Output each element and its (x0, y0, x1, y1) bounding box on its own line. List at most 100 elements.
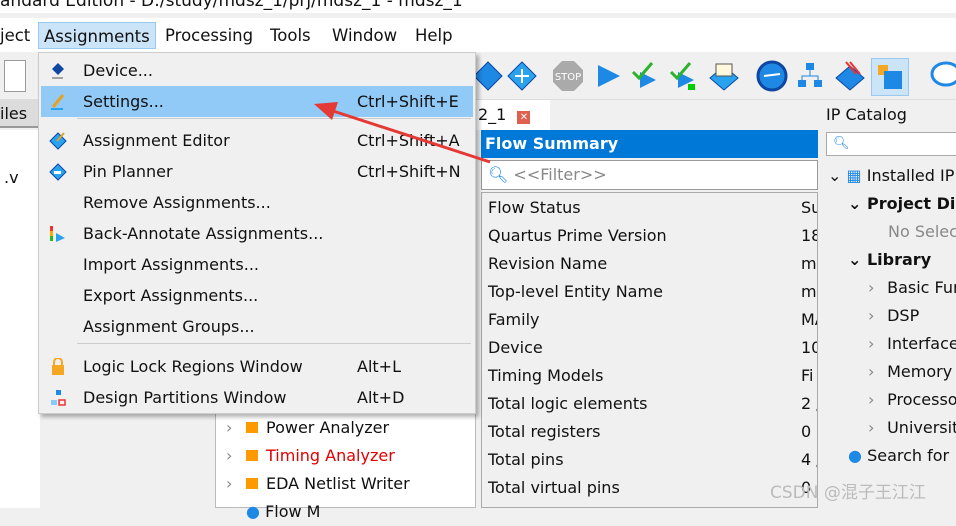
ip-catalog-toolbar-button[interactable] (871, 58, 909, 96)
chip-planner-icon[interactable] (506, 60, 538, 92)
files-tab-label: iles (0, 104, 28, 123)
summary-row-name: Total virtual pins (488, 478, 620, 497)
menu-item-label: Design Partitions Window (83, 388, 287, 407)
timing-analyzer-icon[interactable] (756, 60, 788, 92)
ip-category[interactable]: › Interface (868, 330, 956, 358)
summary-row-name: Timing Models (488, 366, 604, 385)
no-selection-text: No Selec (888, 222, 956, 241)
menu-item-label: Logic Lock Regions Window (83, 357, 303, 376)
library-node[interactable]: ⌄ Library (848, 246, 931, 274)
menu-item-import-assignments[interactable]: Import Assignments... (41, 249, 473, 280)
watermark: CSDN @混子王江江 (770, 483, 926, 503)
pin-planner-toolbar-icon[interactable] (472, 60, 504, 92)
help-speech-icon[interactable] (928, 60, 956, 92)
files-tab[interactable]: iles (0, 100, 40, 128)
copy-icon[interactable] (4, 60, 26, 92)
menu-item-design-partitions-window[interactable]: Design Partitions Window Alt+D (41, 382, 473, 413)
assembler-icon[interactable] (708, 60, 740, 92)
summary-row-name: Family (488, 310, 540, 329)
menu-processing[interactable]: Processing (160, 22, 258, 49)
menu-item-label: Remove Assignments... (83, 193, 271, 212)
close-tab-icon[interactable]: ✕ (517, 111, 531, 124)
ip-catalog-icon (878, 65, 902, 89)
ip-search-input[interactable]: 🔍︎ (826, 132, 956, 156)
menu-window[interactable]: Window (327, 22, 402, 49)
device-icon (52, 63, 64, 79)
ip-category[interactable]: › Basic Fun (868, 274, 956, 302)
menu-item-shortcut: Alt+D (357, 388, 405, 407)
svg-text:STOP: STOP (555, 72, 581, 83)
menu-tools[interactable]: Tools (265, 22, 316, 49)
menu-help[interactable]: Help (410, 22, 458, 49)
task-eda-netlist-writer[interactable]: › EDA Netlist Writer (226, 470, 410, 498)
installed-ip-node[interactable]: ⌄ ▦ Installed IP (828, 162, 954, 190)
netlist-viewer-icon[interactable] (794, 60, 826, 92)
menu-item-remove-assignments[interactable]: Remove Assignments... (41, 187, 473, 218)
summary-row[interactable]: Revision Name m (488, 250, 817, 278)
summary-row[interactable]: Quartus Prime Version 18 (488, 222, 817, 250)
task-flow-messages[interactable]: ● Flow M (246, 498, 320, 526)
project-dir-node[interactable]: ⌄ Project Dir (848, 190, 956, 218)
summary-row-name: Top-level Entity Name (488, 282, 663, 301)
menu-separator (77, 343, 471, 344)
ip-category[interactable]: › DSP (868, 302, 919, 330)
globe-icon: ● (848, 446, 862, 465)
task-timing-analyzer[interactable]: › Timing Analyzer (226, 442, 395, 470)
start-compilation-icon[interactable] (592, 60, 624, 92)
search-partner-ip[interactable]: ● Search for (848, 442, 949, 470)
menu-item-assignment-groups[interactable]: Assignment Groups... (41, 311, 473, 342)
summary-row[interactable]: Top-level Entity Name m (488, 278, 817, 306)
summary-row-value: Su (801, 198, 817, 217)
menu-item-label: Settings... (83, 92, 164, 111)
menu-item-label: Pin Planner (83, 162, 173, 181)
summary-row[interactable]: Total registers 0 (488, 418, 811, 446)
task-power-analyzer[interactable]: › Power Analyzer (226, 414, 389, 442)
lock-icon (52, 358, 64, 375)
summary-row[interactable]: Total pins 4 / (488, 446, 817, 474)
summary-row[interactable]: Timing Models Fi (488, 362, 813, 390)
flow-summary-header[interactable]: Flow Summary (481, 130, 818, 158)
summary-row-name: Total logic elements (488, 394, 648, 413)
stop-icon[interactable]: STOP (552, 60, 584, 92)
menu-item-device[interactable]: Device... (41, 55, 473, 86)
summary-row[interactable]: Device 10 (488, 334, 817, 362)
analysis-synthesis-icon[interactable] (630, 60, 662, 92)
summary-row-value: 4 / (801, 450, 817, 469)
menu-item-label: Assignment Groups... (83, 317, 255, 336)
summary-row[interactable]: Total logic elements 2 / (488, 390, 817, 418)
file-item[interactable]: .v (4, 168, 19, 187)
ip-catalog-title: IP Catalog (826, 105, 907, 124)
programmer-icon[interactable] (834, 60, 866, 92)
summary-row-value: MA (801, 310, 817, 329)
menu-item-label: Assignment Editor (83, 131, 230, 150)
summary-row-name: Quartus Prime Version (488, 226, 667, 245)
summary-row-name: Total registers (488, 422, 601, 441)
menu-item-back-annotate-assignments[interactable]: Back-Annotate Assignments... (41, 218, 473, 249)
summary-row-value: 18 (801, 226, 817, 245)
menu-item-logic-lock-regions-window[interactable]: Logic Lock Regions Window Alt+L (41, 351, 473, 382)
menu-assignments[interactable]: Assignments (38, 22, 156, 49)
summary-row-name: Device (488, 338, 543, 357)
ip-category[interactable]: › Processo (868, 386, 956, 414)
settings-icon (51, 94, 65, 110)
fitter-icon[interactable] (668, 60, 700, 92)
summary-row-name: Flow Status (488, 198, 581, 217)
ip-category[interactable]: › Universit (868, 414, 956, 442)
menu-item-export-assignments[interactable]: Export Assignments... (41, 280, 473, 311)
summary-row-value: Fi (801, 366, 814, 385)
ip-category[interactable]: › Memory (868, 358, 952, 386)
summary-row-value: 10 (801, 338, 817, 357)
ip-catalog-panel: IP Catalog 🔍︎ ⌄ ▦ Installed IP ⌄ Project… (822, 100, 956, 508)
summary-row[interactable]: Flow Status Su (488, 194, 817, 222)
menu-project[interactable]: ject (0, 22, 35, 49)
summary-row[interactable]: Total virtual pins 0 (488, 474, 811, 502)
summary-row-name: Total pins (488, 450, 564, 469)
pin-planner-icon (49, 163, 67, 181)
summary-row-value: m (801, 282, 817, 301)
summary-row[interactable]: Family MA (488, 306, 817, 334)
annotation-arrow (314, 102, 491, 164)
window-title: andard Edition - D:/study/mdsz_1/prj/mds… (0, 0, 956, 13)
files-list: .v (0, 130, 40, 508)
filter-input[interactable]: 🔍︎ <<Filter>> (481, 160, 818, 190)
summary-row-name: Revision Name (488, 254, 608, 273)
